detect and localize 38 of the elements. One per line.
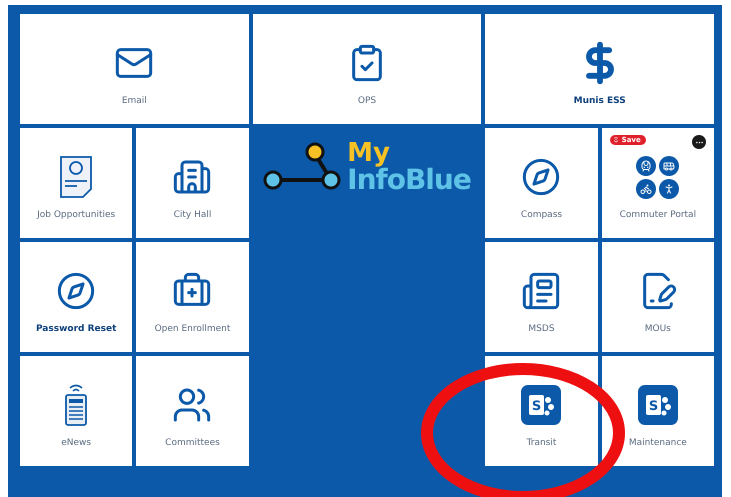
app-tile[interactable]: City Hall (136, 128, 249, 238)
app-tile[interactable]: Password Reset (20, 242, 132, 352)
sharepoint-icon: S (521, 385, 562, 425)
app-tile[interactable]: Email (20, 14, 249, 124)
tile-label: OPS (358, 96, 376, 106)
newspaper-icon (521, 271, 562, 311)
app-tile[interactable]: MOUs (602, 242, 714, 352)
tile-label: Email (122, 96, 147, 106)
app-tile[interactable]: Committees (136, 356, 249, 466)
tile-label: Compass (520, 210, 562, 220)
app-tile[interactable]: MSDS (485, 242, 598, 352)
app-tile[interactable]: eNews (20, 356, 132, 466)
app-tile[interactable]: Job Opportunities (20, 128, 132, 238)
app-tile[interactable]: Open Enrollment (136, 242, 249, 352)
tile-label: City Hall (174, 210, 212, 220)
sharepoint-icon: S (638, 385, 678, 425)
tile-label: Job Opportunities (37, 210, 116, 220)
tile-label: Maintenance (628, 438, 687, 448)
app-tile[interactable]: Compass (485, 128, 598, 238)
transport-icons-drawing (636, 156, 680, 198)
logo-text: My (347, 140, 390, 166)
tile-label: MSDS (528, 324, 555, 334)
tile-label: MOUs (644, 324, 671, 334)
tile-label: Committees (165, 438, 220, 448)
app-tile[interactable]: Munis ESS (485, 14, 714, 124)
compass-icon (521, 157, 562, 197)
tile-label: Password Reset (36, 324, 116, 334)
tile-label: eNews (61, 438, 92, 448)
tile-label: Open Enrollment (154, 324, 230, 334)
app-tile[interactable]: S Maintenance (602, 356, 714, 466)
tile-label: Munis ESS (574, 96, 626, 106)
tile-label: Transit (526, 438, 556, 448)
newspaper-icon (63, 383, 90, 427)
tile-label: Commuter Portal (620, 210, 696, 220)
logo-text: InfoBlue (347, 166, 471, 194)
resume-icon (59, 155, 94, 199)
app-tile[interactable]: OPS (252, 14, 482, 124)
compass-icon (56, 271, 96, 311)
